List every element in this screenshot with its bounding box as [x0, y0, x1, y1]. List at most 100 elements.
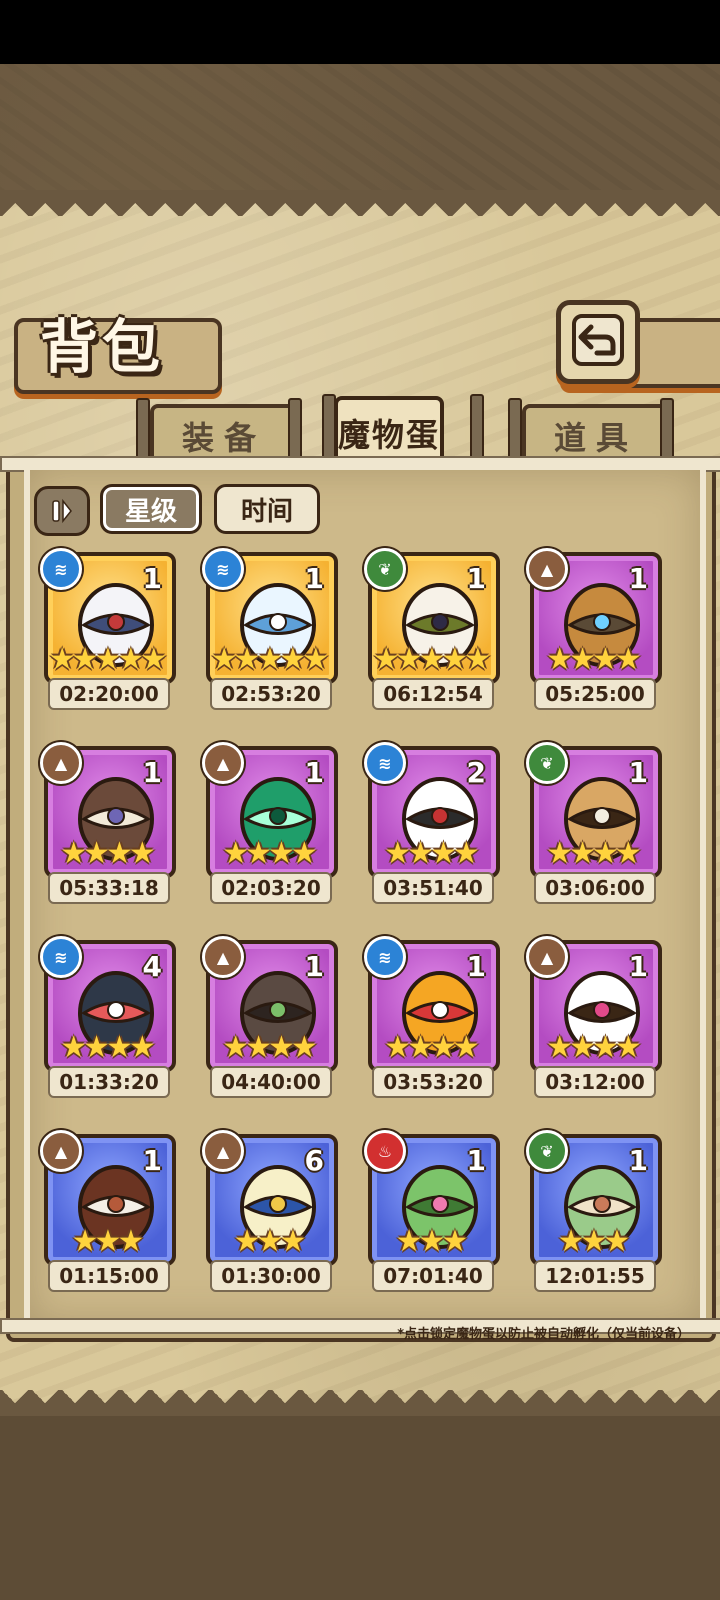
- egg-count: 1: [628, 950, 648, 983]
- egg-card[interactable]: 6 ▲ ★★★ 01:30:00: [202, 1130, 338, 1292]
- bottom-map-background: [0, 1416, 720, 1600]
- sort-by-time-button[interactable]: 时间: [214, 484, 320, 534]
- egg-card[interactable]: 1 ▲ ★★★★ 04:40:00: [202, 936, 338, 1098]
- sort-order-toggle[interactable]: [34, 486, 90, 536]
- egg-count: 1: [142, 562, 162, 595]
- egg-count: 6: [304, 1144, 324, 1177]
- egg-card[interactable]: 4 ≋ ★★★★ 01:33:20: [40, 936, 176, 1098]
- leaf-icon: ❦: [526, 1130, 568, 1172]
- leaf-icon: ❦: [364, 548, 406, 590]
- egg-card[interactable]: 1 ▲ ★★★★ 02:03:20: [202, 742, 338, 904]
- mountain-icon: ▲: [40, 1130, 82, 1172]
- sort-by-star-button[interactable]: 星级: [100, 484, 202, 534]
- hatch-timer: 03:12:00: [534, 1066, 656, 1098]
- egg-card[interactable]: 1 ❦ ★★★★ 03:06:00: [526, 742, 662, 904]
- star-rating: ★★★: [233, 1224, 307, 1259]
- tab-items[interactable]: 道具: [522, 404, 670, 464]
- star-rating: ★★★★: [222, 836, 318, 871]
- hatch-timer: 03:51:40: [372, 872, 494, 904]
- back-button[interactable]: [556, 300, 640, 384]
- hatch-timer: 03:53:20: [372, 1066, 494, 1098]
- star-rating: ★★★★: [60, 836, 156, 871]
- star-rating: ★★★★: [546, 642, 642, 677]
- water-ripple-icon: ≋: [40, 936, 82, 978]
- egg-card[interactable]: 1 ▲ ★★★ 01:15:00: [40, 1130, 176, 1292]
- egg-card[interactable]: 1 ❦ ★★★★★ 06:12:54: [364, 548, 500, 710]
- hatch-timer: 07:01:40: [372, 1260, 494, 1292]
- egg-count: 1: [304, 756, 324, 789]
- egg-count: 1: [466, 562, 486, 595]
- tab-equipment[interactable]: 装备: [150, 404, 298, 464]
- egg-count: 4: [142, 950, 162, 983]
- star-rating: ★★★★★: [210, 642, 329, 677]
- star-rating: ★★★★: [60, 1030, 156, 1065]
- tab-post: [470, 394, 484, 460]
- hatch-timer: 04:40:00: [210, 1066, 332, 1098]
- hatch-timer: 12:01:55: [534, 1260, 656, 1292]
- egg-card[interactable]: 1 ❦ ★★★ 12:01:55: [526, 1130, 662, 1292]
- egg-card[interactable]: 1 ♨ ★★★ 07:01:40: [364, 1130, 500, 1292]
- hatch-timer: 02:20:00: [48, 678, 170, 710]
- egg-count: 1: [466, 1144, 486, 1177]
- egg-card[interactable]: 1 ≋ ★★★★★ 02:53:20: [202, 548, 338, 710]
- tab-post: [508, 398, 522, 464]
- egg-count: 1: [628, 562, 648, 595]
- star-rating: ★★★: [557, 1224, 631, 1259]
- egg-count: 2: [466, 756, 486, 789]
- egg-card[interactable]: 1 ▲ ★★★★ 03:12:00: [526, 936, 662, 1098]
- mountain-icon: ▲: [202, 742, 244, 784]
- star-rating: ★★★★★: [372, 642, 491, 677]
- water-ripple-icon: ≋: [364, 742, 406, 784]
- hatch-timer: 01:33:20: [48, 1066, 170, 1098]
- mountain-icon: ▲: [526, 548, 568, 590]
- status-bar: [0, 0, 720, 64]
- torn-edge-top: [0, 190, 720, 216]
- hatch-timer: 02:03:20: [210, 872, 332, 904]
- tab-label: 道具: [553, 419, 638, 457]
- egg-count: 1: [142, 1144, 162, 1177]
- hatch-timer: 05:33:18: [48, 872, 170, 904]
- egg-card[interactable]: 2 ≋ ★★★★ 03:51:40: [364, 742, 500, 904]
- leaf-icon: ❦: [526, 742, 568, 784]
- mountain-icon: ▲: [202, 1130, 244, 1172]
- tab-post: [660, 398, 674, 464]
- egg-card[interactable]: 1 ≋ ★★★★ 03:53:20: [364, 936, 500, 1098]
- auto-hatch-lock-hint: *点击锁定魔物蛋以防止被自动孵化（仅当前设备）: [397, 1327, 690, 1342]
- star-rating: ★★★★: [384, 836, 480, 871]
- tab-post: [288, 398, 302, 464]
- water-ripple-icon: ≋: [40, 548, 82, 590]
- water-ripple-icon: ≋: [364, 936, 406, 978]
- water-ripple-icon: ≋: [202, 548, 244, 590]
- tab-post: [136, 398, 150, 464]
- return-arrow-icon: [572, 314, 624, 366]
- flame-icon: ♨: [364, 1130, 406, 1172]
- star-rating: ★★★: [71, 1224, 145, 1259]
- hatch-timer: 06:12:54: [372, 678, 494, 710]
- page-title: 背包: [40, 313, 165, 381]
- hatch-timer: 03:06:00: [534, 872, 656, 904]
- egg-count: 1: [628, 1144, 648, 1177]
- egg-card[interactable]: 1 ≋ ★★★★★ 02:20:00: [40, 548, 176, 710]
- hatch-timer: 01:15:00: [48, 1260, 170, 1292]
- egg-card[interactable]: 1 ▲ ★★★★ 05:33:18: [40, 742, 176, 904]
- sort-direction-icon: [52, 498, 72, 524]
- egg-count: 1: [628, 756, 648, 789]
- mountain-icon: ▲: [526, 936, 568, 978]
- egg-card[interactable]: 1 ▲ ★★★★ 05:25:00: [526, 548, 662, 710]
- star-rating: ★★★★★: [48, 642, 167, 677]
- tab-label: 魔物蛋: [338, 416, 441, 454]
- torn-edge-bottom: [0, 1390, 720, 1416]
- egg-count: 1: [142, 756, 162, 789]
- tab-label: 装备: [181, 419, 266, 457]
- star-rating: ★★★★: [222, 1030, 318, 1065]
- hatch-timer: 05:25:00: [534, 678, 656, 710]
- star-rating: ★★★★: [546, 836, 642, 871]
- egg-count: 1: [304, 562, 324, 595]
- star-rating: ★★★★: [384, 1030, 480, 1065]
- egg-count: 1: [466, 950, 486, 983]
- hatch-timer: 02:53:20: [210, 678, 332, 710]
- star-rating: ★★★★: [546, 1030, 642, 1065]
- mountain-icon: ▲: [40, 742, 82, 784]
- hatch-timer: 01:30:00: [210, 1260, 332, 1292]
- egg-count: 1: [304, 950, 324, 983]
